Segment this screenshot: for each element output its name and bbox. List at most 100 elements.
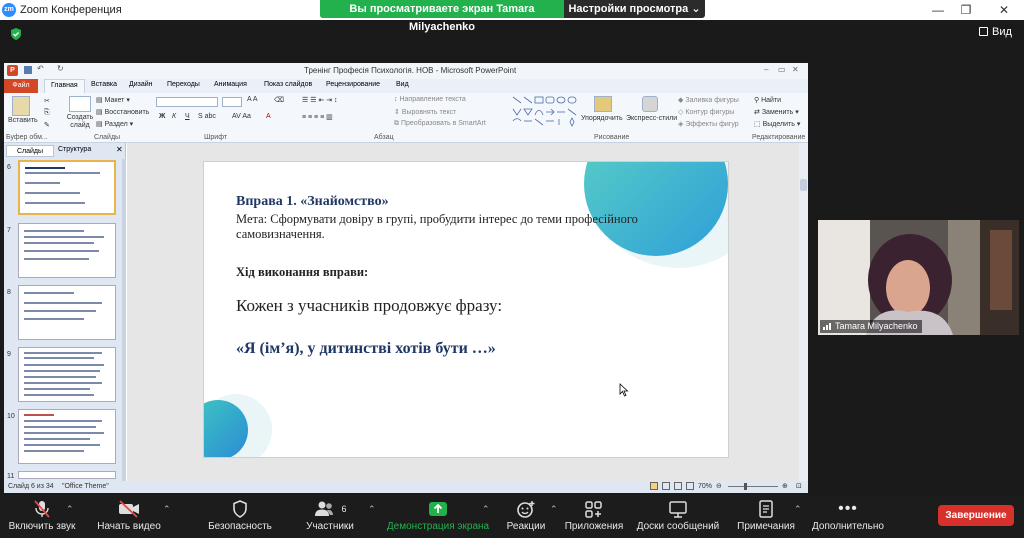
- minimize-icon[interactable]: —: [930, 2, 946, 18]
- tab-review[interactable]: Рецензирование: [326, 81, 380, 88]
- slide-thumbnail[interactable]: [18, 409, 116, 464]
- bold-icon[interactable]: Ж: [159, 113, 165, 120]
- reactions-button[interactable]: Реакции: [502, 499, 550, 532]
- shapes-gallery-icon[interactable]: [511, 95, 581, 129]
- shape-outline-button[interactable]: ◇ Контур фигуры: [678, 108, 734, 116]
- slide-thumbnail[interactable]: [18, 471, 116, 479]
- slide-thumbnail[interactable]: [18, 285, 116, 340]
- start-video-button[interactable]: Начать видео: [94, 499, 164, 532]
- layout-button[interactable]: ▤ Макет ▾: [96, 96, 130, 104]
- restore-button[interactable]: ▤ Восстановить: [96, 108, 149, 116]
- font-color-icon[interactable]: A: [266, 113, 271, 120]
- audio-options-chevron-icon[interactable]: ⌃: [66, 504, 74, 515]
- create-slide-label[interactable]: Создать слайд: [64, 114, 96, 130]
- quick-styles-icon[interactable]: [642, 96, 658, 112]
- format-painter-icon[interactable]: ✎: [44, 121, 50, 129]
- share-options-chevron-icon[interactable]: ⌃: [482, 504, 490, 515]
- restore-icon[interactable]: ❐: [958, 2, 974, 18]
- new-slide-icon[interactable]: [69, 96, 91, 112]
- zoom-in-icon[interactable]: ⊕: [782, 482, 788, 490]
- whiteboards-button[interactable]: Доски сообщений: [634, 499, 722, 532]
- find-button[interactable]: ⚲ Найти: [754, 96, 781, 104]
- arrange-label[interactable]: Упорядочить: [581, 115, 623, 122]
- ppt-title: Тренінг Професія Психологія. НОВ - Micro…: [304, 66, 517, 75]
- tab-design[interactable]: Дизайн: [129, 81, 153, 88]
- align-text-button[interactable]: ⇕ Выровнять текст: [394, 108, 456, 116]
- slide-thumbnail[interactable]: [18, 347, 116, 402]
- spacing-icon[interactable]: AV Aa: [232, 113, 251, 120]
- sorter-view-icon[interactable]: [662, 482, 670, 490]
- smartart-button[interactable]: ⧉ Преобразовать в SmartArt: [394, 120, 486, 128]
- thumb-number: 11: [7, 473, 15, 480]
- align-icon[interactable]: ≡ ≡ ≡ ≡ ▥: [302, 113, 333, 121]
- undo-icon[interactable]: ↶: [37, 64, 44, 73]
- end-meeting-button[interactable]: Завершение: [938, 505, 1014, 526]
- italic-icon[interactable]: К: [172, 113, 176, 120]
- video-options-chevron-icon[interactable]: ⌃: [163, 504, 171, 515]
- reactions-chevron-icon[interactable]: ⌃: [550, 504, 558, 515]
- notes-label: Примечания: [737, 521, 795, 532]
- shape-outline-label: Контур фигуры: [685, 109, 735, 116]
- tab-outline[interactable]: Структура: [58, 146, 91, 153]
- tab-home[interactable]: Главная: [44, 79, 85, 93]
- select-button[interactable]: ⬚ Выделить ▾: [754, 120, 800, 128]
- share-screen-button[interactable]: Демонстрация экрана: [386, 499, 490, 532]
- security-button[interactable]: Безопасность: [204, 499, 276, 532]
- scroll-thumb[interactable]: [800, 179, 807, 191]
- tab-slideshow[interactable]: Показ слайдов: [264, 81, 312, 88]
- tab-animation[interactable]: Анимация: [214, 81, 247, 88]
- text-direction-button[interactable]: ↕ Направление текста: [394, 96, 466, 103]
- replace-button[interactable]: ⇄ Заменить ▾: [754, 108, 799, 116]
- view-button[interactable]: Вид: [979, 26, 1012, 38]
- cut-icon[interactable]: ✂: [44, 97, 50, 105]
- tab-view[interactable]: Вид: [396, 81, 409, 88]
- shape-fill-button[interactable]: ◆ Заливка фигуры: [678, 96, 739, 104]
- paste-icon[interactable]: [12, 96, 30, 116]
- copy-icon[interactable]: ⎘: [44, 109, 50, 117]
- clear-format-icon[interactable]: ⌫: [274, 96, 284, 104]
- ppt-restore-icon[interactable]: ▭: [778, 65, 786, 74]
- reading-view-icon[interactable]: [674, 482, 682, 490]
- fit-slide-icon[interactable]: ⊡: [796, 482, 802, 490]
- slide-thumbnail[interactable]: [18, 160, 116, 215]
- slide-thumbnail[interactable]: [18, 223, 116, 278]
- zoom-slider-thumb[interactable]: [744, 483, 747, 490]
- participant-video[interactable]: Tamara Milyachenko: [818, 220, 1019, 335]
- paste-label[interactable]: Вставить: [8, 117, 38, 124]
- shield-icon[interactable]: [9, 27, 23, 41]
- underline-icon[interactable]: Ч: [185, 113, 190, 120]
- normal-view-icon[interactable]: [650, 482, 658, 490]
- font-family-select[interactable]: [156, 97, 218, 107]
- redo-icon[interactable]: ↻: [57, 64, 64, 73]
- save-icon[interactable]: [24, 66, 32, 74]
- ppt-close-icon[interactable]: ✕: [792, 65, 799, 74]
- thumb-number: 7: [7, 227, 11, 234]
- participants-button[interactable]: 6 Участники: [300, 499, 360, 532]
- view-options-button[interactable]: Настройки просмотра ⌄: [564, 0, 705, 18]
- more-button[interactable]: ••• Дополнительно: [810, 499, 886, 532]
- panel-close-icon[interactable]: ✕: [116, 145, 123, 154]
- notes-button[interactable]: Примечания: [734, 499, 798, 532]
- shadow-icon[interactable]: S abc: [198, 113, 216, 120]
- tab-file[interactable]: Файл: [4, 79, 38, 93]
- bullets-icon[interactable]: ☰ ☰ ⇤ ⇥ ↕: [302, 96, 338, 104]
- quick-styles-label[interactable]: Экспресс-стили: [626, 115, 677, 122]
- zoom-out-icon[interactable]: ⊖: [716, 482, 722, 490]
- panel-scrollbar[interactable]: [122, 159, 126, 481]
- shape-effects-button[interactable]: ◈ Эффекты фигур: [678, 120, 739, 128]
- close-icon[interactable]: ✕: [996, 2, 1012, 18]
- arrange-icon[interactable]: [594, 96, 612, 112]
- font-size-select[interactable]: [222, 97, 242, 107]
- tab-transitions[interactable]: Переходы: [167, 81, 200, 88]
- zoom-slider[interactable]: [728, 486, 778, 487]
- ppt-minimize-icon[interactable]: –: [764, 65, 768, 74]
- slideshow-view-icon[interactable]: [686, 482, 694, 490]
- apps-button[interactable]: Приложения: [562, 499, 626, 532]
- tab-slides[interactable]: Слайды: [6, 145, 54, 157]
- notes-chevron-icon[interactable]: ⌃: [794, 504, 802, 515]
- font-grow-icon[interactable]: A A: [247, 96, 258, 103]
- section-button[interactable]: ▤ Раздел ▾: [96, 120, 133, 128]
- tab-insert[interactable]: Вставка: [91, 81, 117, 88]
- slide-scrollbar[interactable]: [799, 143, 808, 481]
- participants-chevron-icon[interactable]: ⌃: [368, 504, 376, 515]
